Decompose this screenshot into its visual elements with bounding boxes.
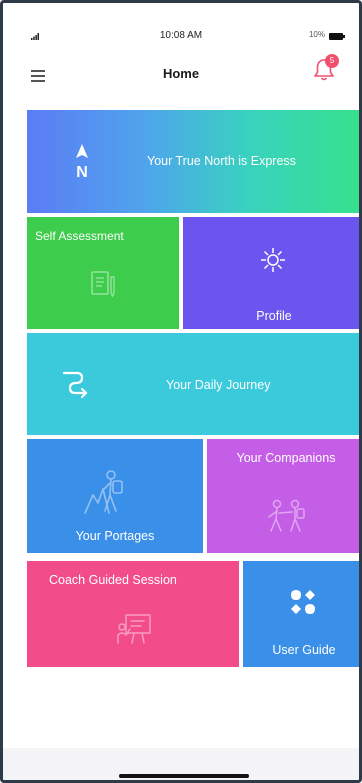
tile-true-north-label: Your True North is Express — [147, 154, 296, 168]
tile-self-assessment[interactable]: Self Assessment — [27, 217, 179, 329]
companions-hikers-icon — [268, 499, 305, 532]
sun-burst-icon — [261, 248, 285, 272]
assessment-document-icon — [91, 271, 115, 298]
app-header: Home 5 — [3, 48, 359, 98]
tile-self-assessment-label: Self Assessment — [35, 229, 124, 243]
north-compass-icon: N — [76, 144, 88, 180]
tile-portages[interactable]: Your Portages — [27, 439, 203, 553]
battery-icon — [329, 33, 345, 40]
tile-true-north[interactable]: N Your True North is Express — [27, 110, 359, 213]
coach-board-icon — [117, 614, 151, 644]
tile-companions[interactable]: Your Companions — [207, 439, 359, 553]
tile-daily-journey[interactable]: Your Daily Journey — [27, 333, 359, 435]
tile-user-guide[interactable]: User Guide — [243, 561, 359, 667]
tile-user-guide-label: User Guide — [272, 643, 336, 657]
phone-screen: 10:08 AM 10% Home 5 N Your True North is… — [0, 0, 362, 783]
page-title: Home — [162, 66, 200, 81]
tile-coach-guided-session[interactable]: Coach Guided Session — [27, 561, 239, 667]
status-time: 10:08 AM — [159, 30, 203, 41]
notification-badge: 5 — [325, 54, 339, 68]
battery-percent: 10% — [308, 30, 325, 39]
tile-daily-journey-label: Your Daily Journey — [166, 378, 271, 392]
tile-coach-label: Coach Guided Session — [49, 573, 177, 587]
hiker-icon — [84, 470, 123, 514]
route-arrow-icon — [62, 371, 88, 399]
tile-companions-label: Your Companions — [236, 451, 336, 465]
home-indicator[interactable] — [119, 774, 249, 778]
svg-text:N: N — [76, 164, 88, 180]
status-bar: 10:08 AM 10% — [3, 3, 359, 43]
guide-grid-icon — [291, 590, 315, 614]
tile-portages-label: Your Portages — [75, 529, 155, 543]
tile-profile[interactable]: Profile — [183, 217, 359, 329]
notifications-button[interactable]: 5 — [313, 54, 339, 84]
tile-profile-label: Profile — [256, 309, 292, 323]
